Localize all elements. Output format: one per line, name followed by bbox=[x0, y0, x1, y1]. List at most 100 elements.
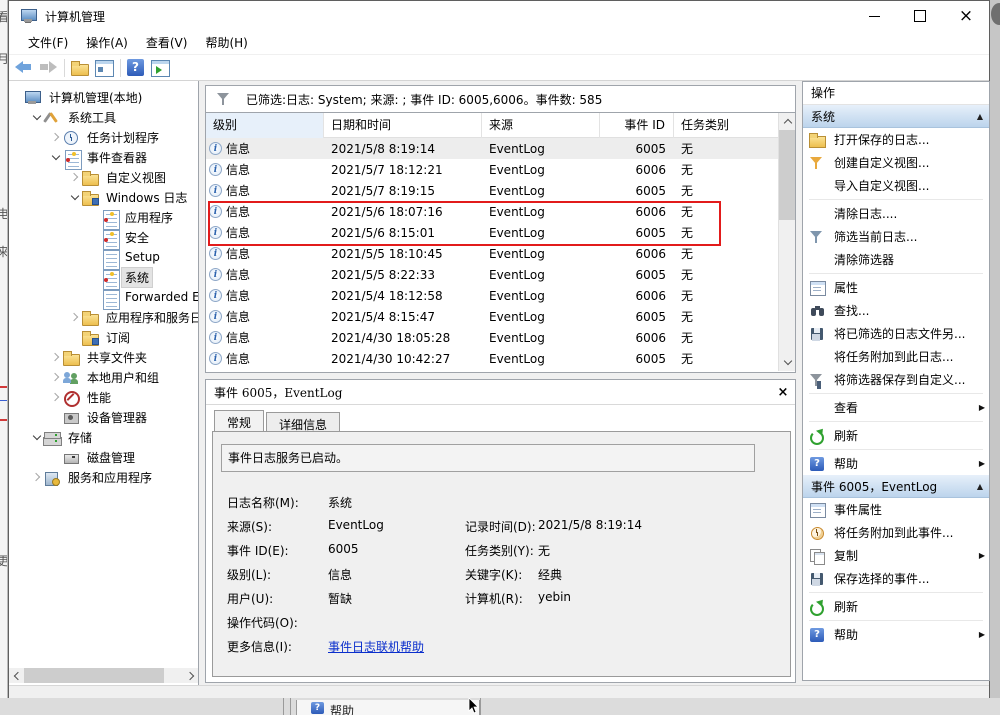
console-run-icon[interactable] bbox=[150, 58, 170, 78]
action-item[interactable]: 将已筛选的日志文件另... bbox=[803, 322, 989, 345]
column-header[interactable]: 任务类别 bbox=[674, 113, 770, 138]
action-section-header[interactable]: 系统 bbox=[803, 105, 989, 128]
collapse-icon[interactable] bbox=[977, 482, 983, 491]
action-item[interactable]: 复制 bbox=[803, 544, 989, 567]
tree-item[interactable]: 服务和应用程序 bbox=[9, 467, 198, 487]
services-icon bbox=[44, 470, 61, 485]
tree-item[interactable]: 计算机管理(本地) bbox=[9, 87, 198, 107]
help-tb-icon[interactable] bbox=[126, 58, 146, 78]
open-folder-icon[interactable] bbox=[70, 58, 90, 78]
action-item[interactable]: 帮助 bbox=[803, 623, 989, 646]
maximize-button[interactable] bbox=[897, 1, 943, 31]
expand-chevron-icon[interactable] bbox=[49, 130, 63, 144]
forward-icon[interactable] bbox=[38, 58, 58, 78]
action-item[interactable]: 导入自定义视图... bbox=[803, 174, 989, 197]
column-header[interactable]: 级别 bbox=[206, 113, 324, 138]
action-item[interactable]: 查找... bbox=[803, 299, 989, 322]
expand-chevron-icon[interactable] bbox=[49, 150, 63, 164]
tree-item[interactable]: Forwarded Eve bbox=[9, 287, 198, 307]
expand-chevron-icon[interactable] bbox=[68, 310, 82, 324]
event-row[interactable]: 信息2021/4/30 18:05:28EventLog6006无 bbox=[206, 327, 778, 348]
vertical-scrollbar[interactable] bbox=[778, 113, 795, 371]
action-item[interactable]: 将任务附加到此日志... bbox=[803, 345, 989, 368]
event-row[interactable]: 信息2021/5/5 18:10:45EventLog6006无 bbox=[206, 243, 778, 264]
scroll-down-icon[interactable] bbox=[779, 354, 796, 371]
field-row: 来源(S):EventLog记录时间(D):2021/5/8 8:19:14 bbox=[213, 514, 790, 538]
datetime-cell: 2021/4/30 18:05:28 bbox=[324, 331, 482, 345]
action-item[interactable]: 将筛选器保存到自定义... bbox=[803, 368, 989, 391]
scrollbar-thumb[interactable] bbox=[24, 668, 164, 683]
console-window-icon[interactable] bbox=[94, 58, 114, 78]
action-item[interactable]: 帮助 bbox=[803, 452, 989, 475]
tree-item[interactable]: Setup bbox=[9, 247, 198, 267]
tree-item[interactable]: 存储 bbox=[9, 427, 198, 447]
tree-item[interactable]: 系统工具 bbox=[9, 107, 198, 127]
expand-chevron-icon[interactable] bbox=[30, 470, 44, 484]
tree-item[interactable]: Windows 日志 bbox=[9, 187, 198, 207]
action-item[interactable]: 刷新 bbox=[803, 595, 989, 618]
event-row[interactable]: 信息2021/4/30 10:42:27EventLog6005无 bbox=[206, 348, 778, 369]
expand-chevron-icon[interactable] bbox=[68, 170, 82, 184]
action-item[interactable]: 筛选当前日志... bbox=[803, 225, 989, 248]
action-item[interactable]: 打开保存的日志... bbox=[803, 128, 989, 151]
action-item[interactable]: 将任务附加到此事件... bbox=[803, 521, 989, 544]
tree-item[interactable]: 事件查看器 bbox=[9, 147, 198, 167]
column-header[interactable]: 日期和时间 bbox=[324, 113, 482, 138]
column-header[interactable]: 来源 bbox=[482, 113, 600, 138]
expand-chevron-icon[interactable] bbox=[30, 430, 44, 444]
menu-item[interactable]: 操作(A) bbox=[77, 31, 137, 54]
tree-item[interactable]: 共享文件夹 bbox=[9, 347, 198, 367]
tree-item[interactable]: 应用程序和服务日志 bbox=[9, 307, 198, 327]
tree-item[interactable]: 任务计划程序 bbox=[9, 127, 198, 147]
expand-chevron-icon[interactable] bbox=[30, 110, 44, 124]
expand-chevron-icon[interactable] bbox=[49, 350, 63, 364]
action-item[interactable]: 保存选择的事件... bbox=[803, 567, 989, 590]
expand-chevron-icon[interactable] bbox=[49, 370, 63, 384]
tree-item[interactable]: 订阅 bbox=[9, 327, 198, 347]
tree-item[interactable]: 系统 bbox=[9, 267, 198, 287]
tree-item[interactable]: 磁盘管理 bbox=[9, 447, 198, 467]
menu-item[interactable]: 文件(F) bbox=[19, 31, 77, 54]
tree-item[interactable]: 应用程序 bbox=[9, 207, 198, 227]
tree-item[interactable]: 自定义视图 bbox=[9, 167, 198, 187]
event-row[interactable]: 信息2021/5/7 18:12:21EventLog6006无 bbox=[206, 159, 778, 180]
menu-item[interactable]: 帮助(H) bbox=[196, 31, 256, 54]
horizontal-scrollbar[interactable] bbox=[9, 668, 198, 683]
close-details-icon[interactable] bbox=[771, 385, 795, 400]
expand-chevron-icon[interactable] bbox=[68, 190, 82, 204]
action-item[interactable]: 属性 bbox=[803, 276, 989, 299]
menu-item[interactable]: 查看(V) bbox=[137, 31, 197, 54]
tab-general[interactable]: 常规 bbox=[214, 410, 264, 431]
tab-details[interactable]: 详细信息 bbox=[266, 412, 340, 431]
action-item[interactable]: 清除筛选器 bbox=[803, 248, 989, 271]
column-header[interactable]: 事件 ID bbox=[600, 113, 674, 138]
event-row[interactable]: 信息2021/5/6 18:07:16EventLog6006无 bbox=[206, 201, 778, 222]
tree-item[interactable]: 性能 bbox=[9, 387, 198, 407]
collapse-icon[interactable] bbox=[977, 112, 983, 121]
minimize-button[interactable] bbox=[851, 1, 897, 31]
tree-item[interactable]: 本地用户和组 bbox=[9, 367, 198, 387]
scroll-right-icon[interactable] bbox=[183, 668, 198, 683]
scroll-left-icon[interactable] bbox=[9, 668, 24, 683]
close-button[interactable] bbox=[943, 1, 989, 31]
action-section-header[interactable]: 事件 6005，EventLog bbox=[803, 475, 989, 498]
action-item[interactable]: 事件属性 bbox=[803, 498, 989, 521]
scrollbar-thumb[interactable] bbox=[779, 130, 796, 220]
back-icon[interactable] bbox=[14, 58, 34, 78]
expand-chevron-icon[interactable] bbox=[49, 390, 63, 404]
event-row[interactable]: 信息2021/5/5 8:22:33EventLog6005无 bbox=[206, 264, 778, 285]
tree-item[interactable]: 安全 bbox=[9, 227, 198, 247]
tree-item[interactable]: 设备管理器 bbox=[9, 407, 198, 427]
action-item[interactable]: 清除日志.... bbox=[803, 202, 989, 225]
event-row[interactable]: 信息2021/5/4 18:12:58EventLog6006无 bbox=[206, 285, 778, 306]
event-row[interactable]: 信息2021/5/4 8:15:47EventLog6005无 bbox=[206, 306, 778, 327]
log-alert-icon bbox=[101, 210, 118, 225]
action-item[interactable]: 查看 bbox=[803, 396, 989, 419]
scroll-up-icon[interactable] bbox=[779, 113, 796, 130]
event-row[interactable]: 信息2021/5/7 8:19:15EventLog6005无 bbox=[206, 180, 778, 201]
event-row[interactable]: 信息2021/5/6 8:15:01EventLog6005无 bbox=[206, 222, 778, 243]
action-item[interactable]: 创建自定义视图... bbox=[803, 151, 989, 174]
event-log-online-help-link[interactable]: 事件日志联机帮助 bbox=[328, 638, 424, 655]
action-item[interactable]: 刷新 bbox=[803, 424, 989, 447]
event-row[interactable]: 信息2021/5/8 8:19:14EventLog6005无 bbox=[206, 138, 778, 159]
